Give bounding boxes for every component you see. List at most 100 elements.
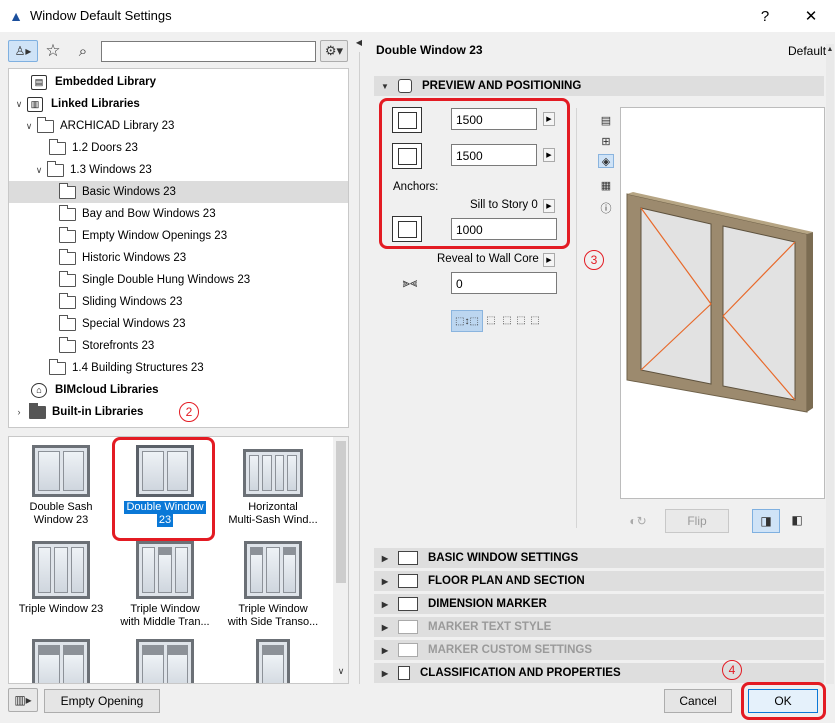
tree-item-archicad-library[interactable]: ∨ ARCHICAD Library 23 <box>9 115 348 137</box>
window-thumbnail <box>32 639 90 683</box>
scroll-down-icon[interactable]: ∨ <box>335 665 347 677</box>
window-3d-preview <box>626 192 813 413</box>
triangle-down-icon: ▼ <box>381 81 389 91</box>
library-icon: ▥▸ <box>14 693 32 707</box>
search-icon[interactable]: ⌕ <box>74 41 92 61</box>
gallery-item-partial-3[interactable] <box>221 639 325 683</box>
door-open-right-icon: ◧ <box>791 513 803 527</box>
opening-side-b-button[interactable]: ◧ <box>784 509 812 533</box>
section-preview-positioning[interactable]: ▼ PREVIEW AND POSITIONING <box>374 76 824 96</box>
gallery-item-partial-2[interactable] <box>113 639 217 683</box>
object-title: Double Window 23 <box>376 43 483 57</box>
reveal-option-icon[interactable]: ⬚ <box>528 313 542 327</box>
marker-custom-icon <box>398 643 418 657</box>
chevron-down-icon[interactable]: ∨ <box>33 165 45 176</box>
reveal-menu-button[interactable]: ▶ <box>543 253 555 267</box>
annotation-badge-2: 2 <box>179 402 199 422</box>
properties-icon <box>398 666 410 680</box>
scroll-up-icon[interactable]: ▲ <box>826 44 834 54</box>
title-bar: ▲ Window Default Settings ? ✕ <box>0 0 835 32</box>
window-thumbnail <box>243 449 303 497</box>
tree-item-special-windows[interactable]: Special Windows 23 <box>9 313 348 335</box>
right-scrollbar[interactable]: ▲ <box>826 44 834 684</box>
tree-item-historic-windows[interactable]: Historic Windows 23 <box>9 247 348 269</box>
help-button[interactable]: ? <box>742 0 788 32</box>
gallery-scrollbar[interactable]: ∨ <box>333 437 348 683</box>
folder-icon <box>59 314 76 331</box>
annotation-badge-3: 3 <box>584 250 604 270</box>
annotation-box-positioning <box>379 98 570 249</box>
preview-cube-icon <box>398 79 412 93</box>
reveal-option-selected[interactable]: ⬚↕⬚ <box>451 310 483 332</box>
reveal-option-icon[interactable]: ⬚ <box>500 313 514 327</box>
tree-item-linked-libraries[interactable]: ∨ ▥ Linked Libraries <box>9 93 348 115</box>
section-view-icon[interactable]: ⊞ <box>598 134 614 148</box>
section-classification-properties[interactable]: ▶ CLASSIFICATION AND PROPERTIES <box>374 663 824 683</box>
folder-icon <box>59 226 76 243</box>
library-tree: ▤ Embedded Library ∨ ▥ Linked Libraries ∨ AR… <box>8 68 349 428</box>
settings-menu-button[interactable]: ⚙▾ <box>320 40 348 62</box>
elevation-view-icon[interactable]: ▦ <box>598 178 614 192</box>
tree-item-basic-windows[interactable]: Basic Windows 23 <box>9 181 348 203</box>
3d-view-icon[interactable]: ◈ <box>598 154 614 168</box>
tree-item-bimcloud[interactable]: ⌂ BIMcloud Libraries <box>9 379 348 401</box>
gallery-item-triple-window[interactable]: Triple Window 23 <box>9 541 113 616</box>
flip-preview-icon: ◐↻ <box>629 514 647 528</box>
divider <box>576 108 577 528</box>
chevron-right-icon[interactable]: › <box>13 407 25 417</box>
empty-opening-button[interactable]: Empty Opening <box>44 689 160 713</box>
gallery-item-double-sash[interactable]: Double Sash Window 23 <box>9 445 113 527</box>
splitter[interactable] <box>359 52 360 684</box>
reveal-depth-field[interactable]: 0 <box>451 272 557 294</box>
folder-icon <box>59 292 76 309</box>
collapse-panel-icon[interactable]: ◀ <box>355 36 363 48</box>
triangle-right-icon: ▶ <box>381 645 389 655</box>
section-floor-plan-section[interactable]: ▶ FLOOR PLAN AND SECTION <box>374 571 824 591</box>
reveal-label: Reveal to Wall Core <box>437 253 539 265</box>
tree-item-windows[interactable]: ∨ 1.3 Windows 23 <box>9 159 348 181</box>
embedded-library-icon: ▤ <box>31 74 47 90</box>
flip-button[interactable]: Flip <box>665 509 729 533</box>
favorites-star-icon[interactable]: ☆ <box>44 41 62 61</box>
gallery-item-partial-1[interactable] <box>9 639 113 683</box>
window-thumbnail <box>244 541 302 599</box>
section-marker-custom-settings[interactable]: ▶ MARKER CUSTOM SETTINGS <box>374 640 824 660</box>
gallery-item-triple-middle-transom[interactable]: Triple Window with Middle Tran... <box>113 541 217 629</box>
floor-plan-view-icon[interactable]: ▤ <box>598 113 614 127</box>
archicad-logo-icon: ▲ <box>9 8 23 24</box>
tree-item-doors[interactable]: 1.2 Doors 23 <box>9 137 348 159</box>
reveal-icon: ⫸⫷ <box>402 275 418 290</box>
gear-icon: ⚙▾ <box>324 43 344 58</box>
tree-item-bay-bow-windows[interactable]: Bay and Bow Windows 23 <box>9 203 348 225</box>
library-filter-button[interactable]: ♙▸ <box>8 40 38 62</box>
folder-icon <box>59 204 76 221</box>
tree-item-storefronts[interactable]: Storefronts 23 <box>9 335 348 357</box>
tree-item-sliding-windows[interactable]: Sliding Windows 23 <box>9 291 348 313</box>
reveal-option-icon[interactable]: ⬚ <box>514 313 528 327</box>
opening-side-a-button[interactable]: ◨ <box>752 509 780 533</box>
scrollbar-thumb[interactable] <box>336 441 346 583</box>
folder-icon <box>49 358 66 375</box>
search-input[interactable] <box>101 41 316 62</box>
cancel-button[interactable]: Cancel <box>664 689 732 713</box>
tree-item-empty-openings[interactable]: Empty Window Openings 23 <box>9 225 348 247</box>
window-thumbnail <box>32 445 90 497</box>
tree-item-double-hung[interactable]: Single Double Hung Windows 23 <box>9 269 348 291</box>
tree-item-building-structures[interactable]: 1.4 Building Structures 23 <box>9 357 348 379</box>
library-manager-button[interactable]: ▥▸ <box>8 688 38 712</box>
window-thumbnail <box>32 541 90 599</box>
chevron-down-icon[interactable]: ∨ <box>13 99 25 110</box>
basic-settings-icon <box>398 551 418 565</box>
section-basic-window-settings[interactable]: ▶ BASIC WINDOW SETTINGS <box>374 548 824 568</box>
info-icon[interactable]: ⓘ <box>598 201 614 215</box>
gallery-item-triple-side-transom[interactable]: Triple Window with Side Transo... <box>221 541 325 629</box>
close-button[interactable]: ✕ <box>788 0 834 32</box>
chevron-down-icon[interactable]: ∨ <box>23 121 35 132</box>
section-marker-text-style[interactable]: ▶ MARKER TEXT STYLE <box>374 617 824 637</box>
triangle-right-icon: ▶ <box>381 622 389 632</box>
folder-icon <box>59 248 76 265</box>
reveal-option-icon[interactable]: ⬚ <box>484 313 498 327</box>
tree-item-embedded-library[interactable]: ▤ Embedded Library <box>9 71 348 93</box>
gallery-item-horizontal-multi-sash[interactable]: Horizontal Multi-Sash Wind... <box>221 445 325 527</box>
section-dimension-marker[interactable]: ▶ DIMENSION MARKER <box>374 594 824 614</box>
